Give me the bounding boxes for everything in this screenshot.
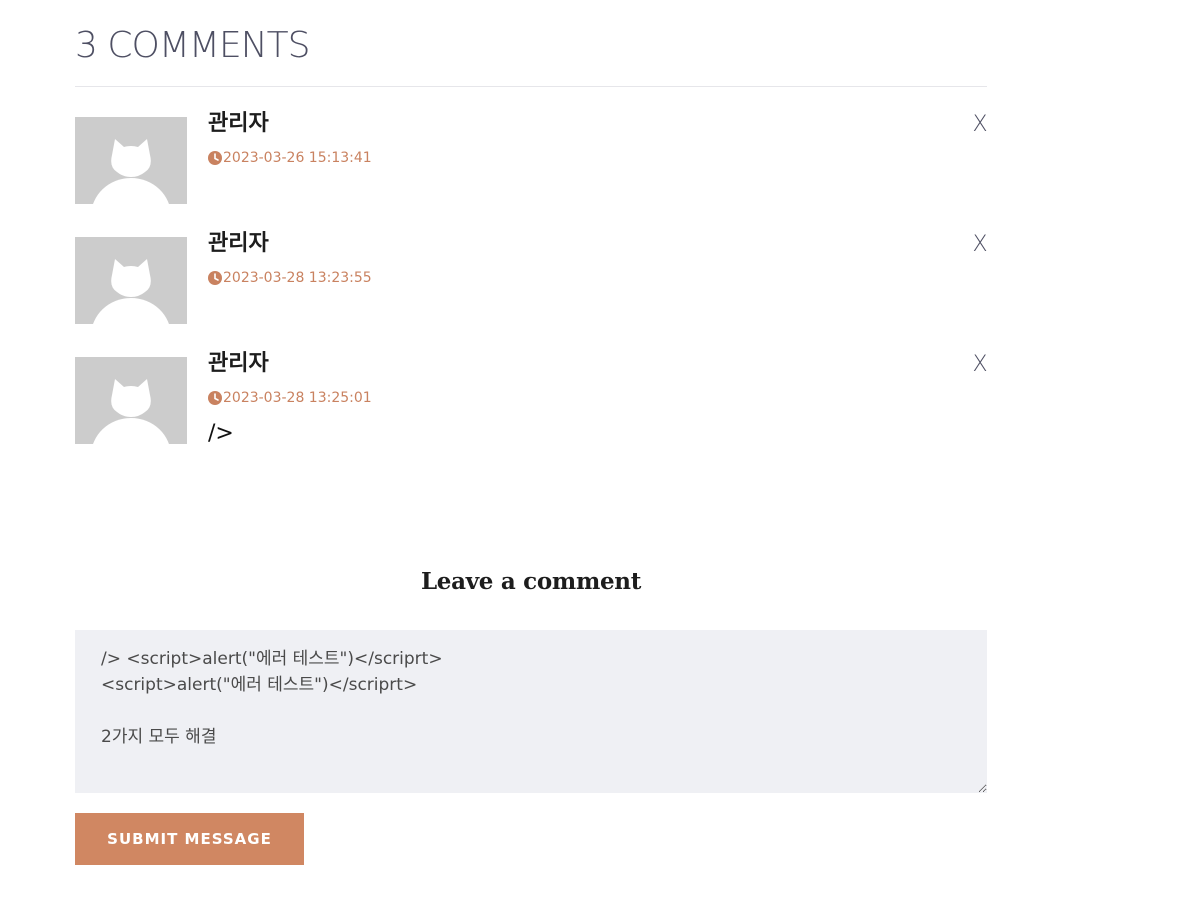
clock-icon [208,391,222,405]
delete-comment-button[interactable]: X [971,351,989,379]
comment-body: /> [208,421,234,446]
comment-item: 관리자 2023-03-26 15:13:41 X [75,111,988,217]
comment-author: 관리자 [208,231,269,256]
comment-author: 관리자 [208,351,269,376]
comment-date: 2023-03-28 13:25:01 [223,390,372,406]
comment-date: 2023-03-26 15:13:41 [223,150,372,166]
comment-date: 2023-03-28 13:23:55 [223,270,372,286]
cat-user-avatar-icon [75,357,187,444]
clock-icon [208,151,222,165]
cat-user-avatar-icon [75,117,187,204]
clock-icon [208,271,222,285]
comment-author: 관리자 [208,111,269,136]
delete-comment-button[interactable]: X [971,231,989,259]
cat-user-avatar-icon [75,237,187,324]
comment-item: 관리자 2023-03-28 13:25:01 X /> [75,351,988,457]
delete-comment-button[interactable]: X [971,111,989,139]
comment-item: 관리자 2023-03-28 13:23:55 X [75,231,988,337]
comment-textarea[interactable]: /> <script>alert("에러 테스트")</scriprt> <sc… [75,630,987,793]
comment-meta: 2023-03-26 15:13:41 [208,150,372,166]
title-divider [75,86,987,87]
comment-meta: 2023-03-28 13:23:55 [208,270,372,286]
comment-meta: 2023-03-28 13:25:01 [208,390,372,406]
comments-count-title: 3 COMMENTS [75,25,310,66]
submit-message-button[interactable]: SUBMIT MESSAGE [75,813,304,865]
leave-comment-title: Leave a comment [420,568,642,595]
